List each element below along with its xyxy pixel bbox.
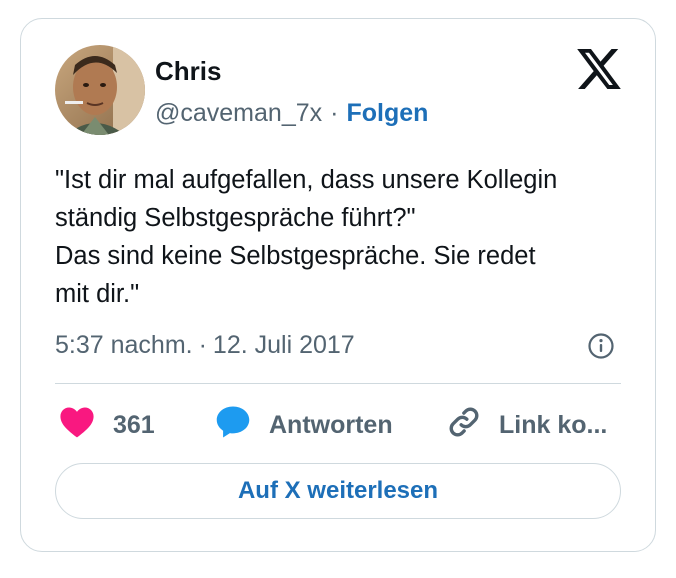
heart-icon [59, 406, 95, 445]
like-button[interactable]: 361 [59, 405, 155, 445]
tweet-text: "Ist dir mal aufgefallen, dass unsere Ko… [55, 166, 558, 308]
author-handle-row: @caveman_7x · Folgen [155, 97, 428, 129]
tweet-date: 12. Juli 2017 [212, 331, 355, 359]
tweet-timestamp[interactable]: 5:37 nachm. · 12. Juli 2017 [55, 329, 355, 361]
divider [55, 383, 621, 384]
handle-separator: · [330, 99, 339, 127]
author-name[interactable]: Chris [155, 55, 221, 87]
reply-label: Antworten [269, 410, 393, 439]
tweet-time: 5:37 nachm. [55, 331, 193, 359]
x-logo-icon[interactable] [577, 49, 621, 89]
tweet-card: Chris @caveman_7x · Folgen "Ist dir mal au… [20, 18, 656, 552]
reply-button[interactable]: Antworten [215, 405, 393, 445]
avatar-image [55, 45, 145, 135]
copy-link-label: Link ko... [499, 410, 608, 439]
info-icon[interactable] [587, 332, 615, 360]
avatar[interactable] [55, 45, 145, 135]
like-count: 361 [113, 410, 155, 439]
author-handle[interactable]: @caveman_7x [155, 99, 322, 127]
link-icon [447, 405, 481, 446]
read-more-button[interactable]: Auf X weiterlesen [55, 463, 621, 519]
copy-link-button[interactable]: Link ko... [447, 405, 607, 445]
speech-bubble-icon [215, 405, 251, 446]
meta-separator: · [198, 331, 207, 359]
follow-link[interactable]: Folgen [346, 99, 428, 127]
